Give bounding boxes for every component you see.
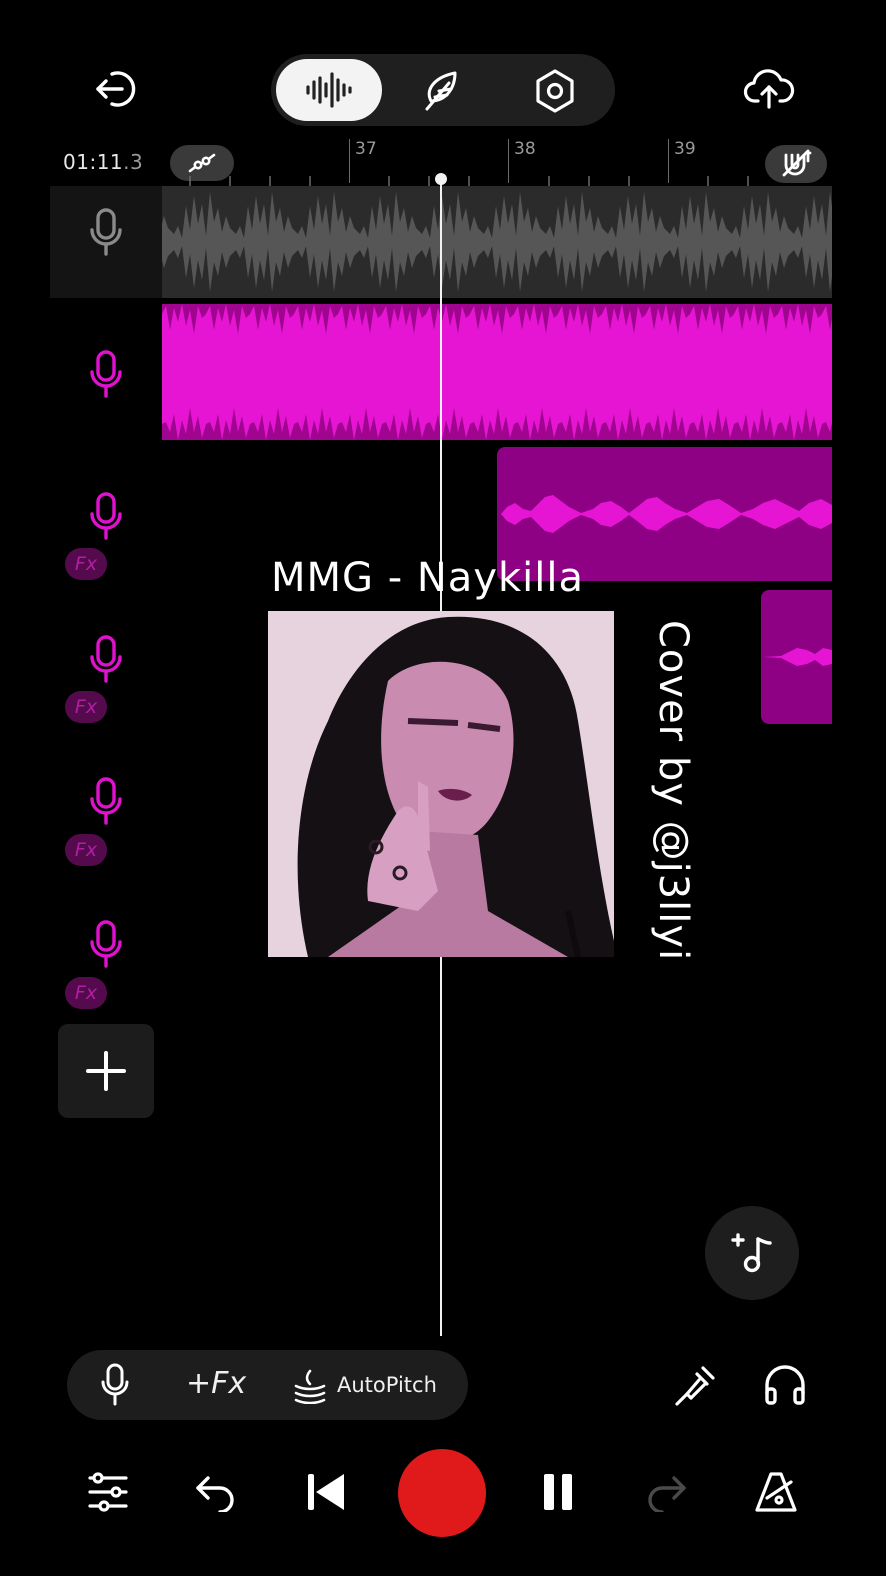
- redo-icon[interactable]: [640, 1466, 692, 1518]
- autopitch-button[interactable]: AutoPitch: [337, 1373, 437, 1397]
- undo-icon[interactable]: [190, 1466, 242, 1518]
- track-2-clip[interactable]: [162, 304, 832, 440]
- mic-icon[interactable]: [84, 917, 128, 971]
- mixer-icon[interactable]: [82, 1466, 134, 1518]
- snap-button[interactable]: [765, 145, 827, 183]
- add-fx-button[interactable]: +Fx: [186, 1366, 246, 1401]
- tab-waveform[interactable]: [276, 59, 382, 121]
- record-input-button[interactable]: [95, 1360, 135, 1410]
- playhead-handle[interactable]: [435, 173, 447, 185]
- time-fraction: .3: [123, 150, 144, 174]
- hexagon-settings-icon: [536, 69, 574, 113]
- cover-credit: Cover by @j3llyi: [650, 620, 696, 962]
- waveform-icon: [306, 72, 352, 108]
- tab-feather[interactable]: [412, 62, 470, 120]
- waveform-2: [162, 304, 832, 440]
- tab-settings[interactable]: [526, 62, 584, 120]
- pause-icon[interactable]: [532, 1466, 584, 1518]
- mic-icon[interactable]: [84, 632, 128, 686]
- autopitch-icon: [290, 1366, 330, 1406]
- snap-magnet-icon: [782, 149, 812, 177]
- mic-icon[interactable]: [84, 774, 128, 828]
- cloud-upload-icon[interactable]: [738, 58, 800, 120]
- add-music-button[interactable]: [705, 1206, 799, 1300]
- waveform-4: [763, 648, 832, 666]
- fx-badge[interactable]: Fx: [65, 977, 107, 1009]
- fx-badge[interactable]: Fx: [65, 548, 107, 580]
- headphones-icon[interactable]: [758, 1358, 812, 1412]
- fx-badge[interactable]: Fx: [65, 834, 107, 866]
- mic-icon[interactable]: [84, 347, 128, 401]
- fx-badge[interactable]: Fx: [65, 691, 107, 723]
- ruler-ticks: [189, 176, 749, 186]
- cover-title: MMG - Naykilla: [271, 555, 585, 601]
- time-readout: 01:11.3: [63, 150, 143, 174]
- add-track-button[interactable]: [58, 1024, 154, 1118]
- cover-art-image: [268, 611, 614, 957]
- skip-back-icon[interactable]: [300, 1466, 352, 1518]
- plus-icon: [86, 1051, 126, 1091]
- track-4-clip[interactable]: [761, 590, 832, 724]
- metronome-icon[interactable]: [750, 1466, 802, 1518]
- tuning-fork-off-icon[interactable]: [671, 1360, 721, 1410]
- add-music-icon: [731, 1233, 772, 1273]
- time-main: 01:11: [63, 150, 124, 174]
- mic-icon: [101, 1363, 129, 1406]
- record-button[interactable]: [398, 1449, 486, 1537]
- mic-icon[interactable]: [84, 205, 128, 259]
- feather-icon: [425, 71, 457, 111]
- mic-icon[interactable]: [84, 489, 128, 543]
- exit-icon[interactable]: [88, 62, 142, 116]
